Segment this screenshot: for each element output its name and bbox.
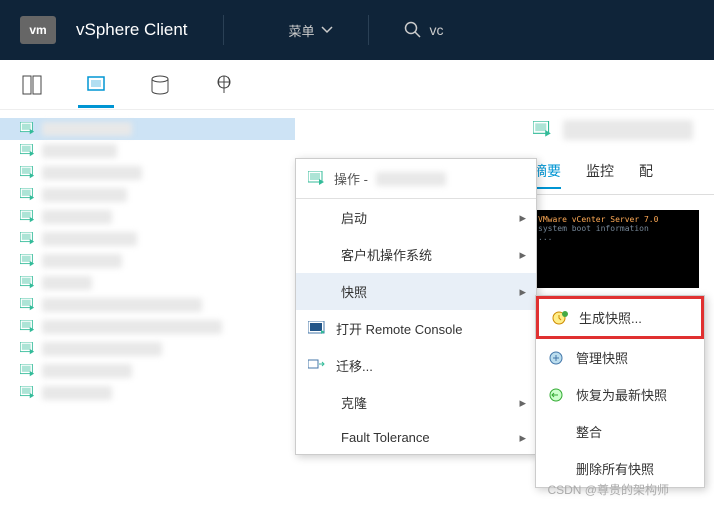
vms-templates-icon[interactable]: [84, 73, 108, 97]
submenu-arrow-icon: ▸: [519, 247, 526, 263]
tree-item[interactable]: [0, 184, 295, 206]
submenu-arrow-icon: ▸: [519, 210, 526, 226]
tree-item[interactable]: [0, 294, 295, 316]
hosts-clusters-icon[interactable]: [20, 73, 44, 97]
vm-running-icon: [20, 144, 36, 158]
menu-item-fault-tolerance[interactable]: Fault Tolerance ▸: [296, 421, 536, 454]
tree-item[interactable]: [0, 228, 295, 250]
vm-title-blurred: [563, 120, 693, 140]
vm-running-icon: [20, 166, 36, 180]
menu-button[interactable]: 菜单: [289, 21, 333, 40]
vm-running-icon: [20, 342, 36, 356]
vm-name-blurred: [42, 122, 132, 136]
vm-name-blurred: [42, 254, 122, 268]
vm-name-blurred: [42, 210, 112, 224]
menu-header-vmname-blurred: [376, 172, 446, 186]
vm-running-icon: [20, 320, 36, 334]
search-value: vc: [430, 22, 444, 38]
storage-icon[interactable]: [148, 73, 172, 97]
vm-name-blurred: [42, 144, 117, 158]
menu-item-migrate[interactable]: 迁移...: [296, 347, 536, 384]
context-menu: 操作 - 启动 ▸ 客户机操作系统 ▸ 快照 ▸ 打开 Remote Conso…: [295, 158, 537, 455]
menu-item-clone[interactable]: 克隆 ▸: [296, 384, 536, 421]
vm-running-icon: [20, 364, 36, 378]
tree-item[interactable]: [0, 206, 295, 228]
vm-running-icon: [20, 254, 36, 268]
tab-config[interactable]: 配: [639, 155, 653, 189]
console-preview[interactable]: VMware vCenter Server 7.0 system boot in…: [533, 210, 699, 288]
snapshot-submenu: 生成快照... 管理快照 恢复为最新快照 整合 删除所有快照: [535, 295, 705, 488]
app-title: vSphere Client: [76, 20, 188, 40]
nav-toolbar: [0, 60, 714, 110]
search-box[interactable]: vc: [404, 21, 444, 39]
vmware-logo: vm: [20, 16, 56, 44]
tab-summary[interactable]: 摘要: [533, 155, 561, 189]
vm-name-blurred: [42, 298, 202, 312]
chevron-down-icon: [321, 26, 333, 34]
manage-snapshot-icon: [548, 350, 566, 366]
vm-running-icon: [20, 188, 36, 202]
menu-item-snapshot[interactable]: 快照 ▸: [296, 273, 536, 310]
vm-running-icon: [533, 121, 553, 139]
vm-running-icon: [20, 298, 36, 312]
details-panel: 摘要 监控 配 VMware vCenter Server 7.0 system…: [518, 110, 714, 303]
tree-item[interactable]: [0, 118, 295, 140]
tree-item[interactable]: [0, 316, 295, 338]
divider: [368, 15, 369, 45]
tree-item[interactable]: [0, 162, 295, 184]
menu-label: 菜单: [289, 21, 315, 40]
submenu-arrow-icon: ▸: [519, 430, 526, 446]
vm-name-blurred: [42, 276, 92, 290]
tree-item[interactable]: [0, 382, 295, 404]
submenu-arrow-icon: ▸: [519, 284, 526, 300]
tree-item[interactable]: [0, 338, 295, 360]
details-tabs: 摘要 监控 配: [518, 150, 714, 195]
context-menu-header: 操作 -: [296, 159, 536, 199]
revert-snapshot-icon: [548, 387, 566, 403]
menu-header-label: 操作 -: [334, 169, 368, 188]
vm-running-icon: [20, 122, 36, 136]
tree-item[interactable]: [0, 272, 295, 294]
vm-running-icon: [308, 171, 326, 187]
vm-name-blurred: [42, 342, 162, 356]
tab-monitor[interactable]: 监控: [586, 155, 614, 189]
tree-item[interactable]: [0, 140, 295, 162]
networking-icon[interactable]: [212, 73, 236, 97]
watermark: CSDN @尊贵的架构师: [547, 481, 669, 498]
vm-name-blurred: [42, 188, 127, 202]
tree-item[interactable]: [0, 360, 295, 382]
search-icon: [404, 21, 422, 39]
vm-running-icon: [20, 276, 36, 290]
divider: [223, 15, 224, 45]
menu-item-remote-console[interactable]: 打开 Remote Console: [296, 310, 536, 347]
menu-item-start[interactable]: 启动 ▸: [296, 199, 536, 236]
submenu-arrow-icon: ▸: [519, 395, 526, 411]
submenu-create-snapshot[interactable]: 生成快照...: [536, 296, 704, 339]
app-header: vm vSphere Client 菜单 vc: [0, 0, 714, 60]
details-header: [518, 110, 714, 150]
vm-name-blurred: [42, 166, 142, 180]
vm-running-icon: [20, 232, 36, 246]
submenu-manage-snapshot[interactable]: 管理快照: [536, 339, 704, 376]
vm-tree: [0, 110, 295, 412]
vm-running-icon: [20, 386, 36, 400]
submenu-revert-snapshot[interactable]: 恢复为最新快照: [536, 376, 704, 413]
vm-name-blurred: [42, 386, 112, 400]
console-icon: [308, 321, 326, 337]
menu-item-guest-os[interactable]: 客户机操作系统 ▸: [296, 236, 536, 273]
vm-name-blurred: [42, 364, 132, 378]
migrate-icon: [308, 358, 326, 374]
vm-name-blurred: [42, 320, 222, 334]
submenu-consolidate[interactable]: 整合: [536, 413, 704, 450]
vm-running-icon: [20, 210, 36, 224]
create-snapshot-icon: [551, 310, 569, 326]
tree-item[interactable]: [0, 250, 295, 272]
vm-name-blurred: [42, 232, 137, 246]
